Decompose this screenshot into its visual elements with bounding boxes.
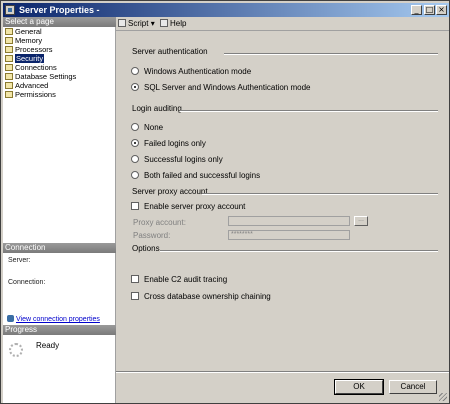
- security-page: Server authentication Windows Authentica…: [116, 31, 449, 371]
- options-title: Options: [132, 244, 160, 253]
- title-bar[interactable]: Server Properties - _ □ ×: [3, 3, 449, 17]
- radio-button-selected: [131, 83, 139, 91]
- page-icon: [5, 64, 13, 71]
- radio-button: [131, 155, 139, 163]
- select-page-header: Select a page: [3, 17, 116, 27]
- window-title: Server Properties -: [19, 5, 100, 15]
- login-audit-title: Login auditing: [132, 104, 182, 113]
- page-item-connections[interactable]: Connections: [3, 63, 116, 72]
- resize-grip-icon[interactable]: [439, 393, 447, 401]
- progress-spinner-icon: [9, 343, 23, 357]
- server-auth-divider: [224, 53, 438, 55]
- help-icon: [160, 19, 168, 27]
- connection-label: Connection:: [8, 279, 46, 286]
- script-icon: [118, 19, 126, 27]
- connection-properties-icon: [7, 315, 14, 322]
- login-audit-divider: [180, 110, 438, 112]
- audit-none-radio[interactable]: None: [131, 123, 163, 133]
- server-properties-window: Server Properties - _ □ × Select a page …: [0, 0, 450, 404]
- password-field[interactable]: ********: [228, 230, 350, 240]
- cross-db-chaining-checkbox[interactable]: Cross database ownership chaining: [131, 292, 271, 302]
- page-item-database-settings[interactable]: Database Settings: [3, 72, 116, 81]
- page-icon: [5, 73, 13, 80]
- options-divider: [160, 250, 438, 252]
- enable-proxy-checkbox[interactable]: Enable server proxy account: [131, 202, 245, 212]
- audit-both-radio[interactable]: Both failed and successful logins: [131, 171, 260, 181]
- help-button[interactable]: Help: [160, 18, 186, 29]
- toolbar: Script ▾ Help: [116, 17, 449, 31]
- page-list: General Memory Processors Security Conne…: [3, 27, 116, 99]
- mixed-auth-radio[interactable]: SQL Server and Windows Authentication mo…: [131, 83, 310, 93]
- proxy-divider: [202, 193, 438, 195]
- cancel-button[interactable]: Cancel: [389, 380, 437, 394]
- checkbox: [131, 275, 139, 283]
- audit-failed-radio[interactable]: Failed logins only: [131, 139, 206, 149]
- proxy-browse-button[interactable]: ...: [354, 216, 368, 226]
- password-label: Password:: [133, 231, 171, 240]
- maximize-button[interactable]: □: [424, 5, 435, 15]
- proxy-account-label: Proxy account:: [133, 218, 186, 227]
- script-dropdown-icon[interactable]: ▾: [151, 19, 155, 28]
- page-icon: [5, 37, 13, 44]
- page-item-general[interactable]: General: [3, 27, 116, 36]
- server-auth-title: Server authentication: [132, 47, 208, 56]
- page-item-security[interactable]: Security: [3, 54, 116, 63]
- ok-button[interactable]: OK: [334, 379, 384, 395]
- view-connection-properties-link[interactable]: View connection properties: [7, 315, 100, 323]
- checkbox: [131, 292, 139, 300]
- window-app-icon: [5, 5, 15, 15]
- progress-header: Progress: [3, 325, 116, 335]
- page-icon: [5, 28, 13, 35]
- minimize-button[interactable]: _: [411, 5, 422, 15]
- radio-button-selected: [131, 139, 139, 147]
- page-icon: [5, 46, 13, 53]
- audit-successful-radio[interactable]: Successful logins only: [131, 155, 223, 165]
- connection-header: Connection: [3, 243, 116, 253]
- proxy-title: Server proxy account: [132, 187, 208, 196]
- radio-button: [131, 123, 139, 131]
- checkbox: [131, 202, 139, 210]
- radio-button: [131, 67, 139, 75]
- page-icon: [5, 55, 13, 62]
- windows-auth-radio[interactable]: Windows Authentication mode: [131, 67, 251, 77]
- left-panel: Select a page General Memory Processors …: [3, 17, 116, 403]
- page-item-memory[interactable]: Memory: [3, 36, 116, 45]
- page-icon: [5, 91, 13, 98]
- footer-divider: [116, 371, 449, 373]
- page-item-advanced[interactable]: Advanced: [3, 81, 116, 90]
- server-label: Server:: [8, 257, 31, 264]
- script-button[interactable]: Script ▾: [118, 18, 155, 29]
- proxy-account-field[interactable]: [228, 216, 350, 226]
- close-button[interactable]: ×: [436, 5, 447, 15]
- page-item-permissions[interactable]: Permissions: [3, 90, 116, 99]
- page-item-processors[interactable]: Processors: [3, 45, 116, 54]
- radio-button: [131, 171, 139, 179]
- progress-status: Ready: [36, 341, 60, 350]
- c2-audit-checkbox[interactable]: Enable C2 audit tracing: [131, 275, 227, 285]
- page-icon: [5, 82, 13, 89]
